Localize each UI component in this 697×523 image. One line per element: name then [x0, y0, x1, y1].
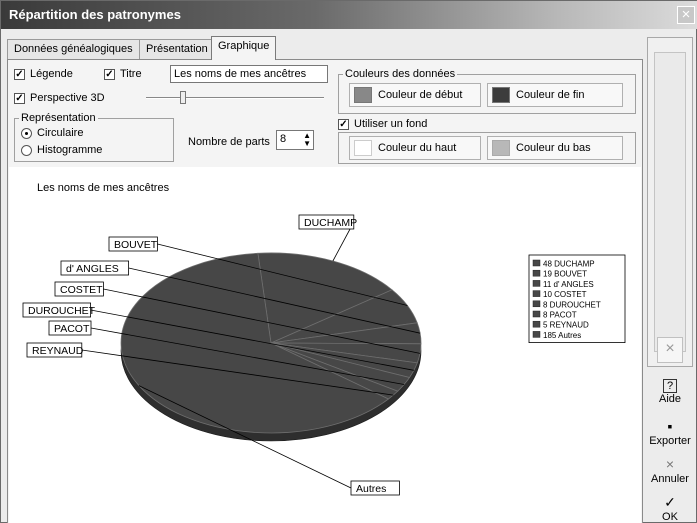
- couleurs-group: Couleurs des données Couleur de début Co…: [338, 68, 636, 114]
- legend-entry: 48 DUCHAMP: [543, 260, 595, 269]
- checkbox-check-icon: ✓: [14, 92, 25, 104]
- couleurs-label: Couleurs des données: [343, 68, 458, 80]
- chart-title: Les noms de mes ancêtres: [37, 182, 170, 194]
- pie-chart: Les noms de mes ancêtres DUCHAMP BOUVET d'…: [22, 182, 626, 496]
- slice-label: Autres: [356, 483, 386, 495]
- couleur-bas-label: Couleur du bas: [516, 142, 591, 154]
- slice-label: REYNAUD: [32, 345, 84, 357]
- legende-checkbox[interactable]: ✓ Légende: [14, 68, 73, 80]
- utiliser-fond-checkbox[interactable]: ✓ Utiliser un fond: [338, 118, 427, 130]
- graphique-panel: ✓ Légende ✓ Titre Les noms de mes ancêtr…: [7, 59, 643, 523]
- sidebar-scroll-track[interactable]: [654, 52, 686, 352]
- couleur-debut-button[interactable]: Couleur de début: [349, 83, 481, 107]
- tab-donnees[interactable]: Données généalogiques: [7, 39, 140, 59]
- annuler-button[interactable]: × Annuler: [647, 455, 693, 485]
- radio-empty-icon: [21, 144, 32, 156]
- perspective-slider-track[interactable]: [146, 97, 324, 99]
- slice-label: DUCHAMP: [304, 217, 357, 229]
- dialog-window: Répartition des patronymes × Données gén…: [0, 0, 697, 523]
- couleur-fin-label: Couleur de fin: [516, 89, 585, 101]
- legend-entry: 10 COSTET: [543, 290, 587, 299]
- legend-entry: 19 BOUVET: [543, 270, 587, 279]
- title-input[interactable]: Les noms de mes ancêtres: [170, 65, 328, 83]
- legend-swatch: [532, 331, 541, 338]
- couleur-bas-swatch: [492, 140, 510, 156]
- circulaire-label: Circulaire: [37, 127, 84, 139]
- legend-swatch: [532, 290, 541, 297]
- sidebar-scroll-panel[interactable]: [647, 37, 693, 367]
- perspective-checkbox[interactable]: ✓ Perspective 3D: [14, 92, 105, 104]
- perspective-slider-thumb[interactable]: [180, 91, 186, 104]
- aide-button[interactable]: ? Aide: [647, 377, 693, 405]
- representation-group: Représentation Circulaire Histogramme: [14, 112, 174, 162]
- slice-label: DUROUCHET: [28, 305, 96, 317]
- couleur-debut-swatch: [354, 87, 372, 103]
- couleur-fin-swatch: [492, 87, 510, 103]
- couleur-bas-button[interactable]: Couleur du bas: [487, 136, 623, 160]
- checkbox-check-icon: ✓: [14, 68, 25, 80]
- legende-label: Légende: [30, 68, 73, 80]
- couleur-debut-label: Couleur de début: [378, 89, 463, 101]
- exporter-button[interactable]: ▪ Exporter: [647, 417, 693, 447]
- action-sidebar: × ? Aide ▪ Exporter × Annuler ✓ OK: [647, 37, 693, 523]
- fond-group: Couleur du haut Couleur du bas: [338, 132, 636, 164]
- legend-entry: 8 PACOT: [543, 311, 577, 320]
- legend-swatch: [532, 310, 541, 318]
- checkbox-check-icon: ✓: [338, 118, 349, 130]
- disabled-close-icon: ×: [657, 337, 683, 363]
- annuler-label: Annuler: [651, 473, 689, 485]
- representation-label: Représentation: [19, 112, 98, 124]
- perspective-label: Perspective 3D: [30, 92, 105, 104]
- slice-label: BOUVET: [114, 239, 158, 251]
- save-icon: ▪: [667, 418, 673, 434]
- utiliser-fond-label: Utiliser un fond: [354, 118, 428, 130]
- legend-swatch: [532, 259, 541, 267]
- legend-swatch: [532, 269, 541, 277]
- legend-entry: 8 DUROUCHET: [543, 300, 601, 309]
- radio-selected-icon: [21, 127, 32, 139]
- legend-entry: 5 REYNAUD: [543, 321, 589, 330]
- couleur-haut-swatch: [354, 140, 372, 156]
- nombre-parts-label: Nombre de parts: [188, 136, 270, 148]
- cancel-icon: ×: [665, 456, 675, 472]
- couleur-fin-button[interactable]: Couleur de fin: [487, 83, 623, 107]
- close-icon[interactable]: ×: [677, 6, 695, 24]
- exporter-label: Exporter: [649, 435, 691, 447]
- legend-entry: 185 Autres: [543, 331, 581, 340]
- help-icon: ?: [663, 379, 677, 393]
- histogramme-radio[interactable]: Histogramme: [21, 144, 102, 156]
- couleur-haut-button[interactable]: Couleur du haut: [349, 136, 481, 160]
- tab-graphique[interactable]: Graphique: [211, 36, 277, 60]
- slice-label: d' ANGLES: [66, 263, 119, 275]
- couleur-haut-label: Couleur du haut: [378, 142, 457, 154]
- ok-label: OK: [662, 511, 678, 523]
- titre-checkbox[interactable]: ✓ Titre: [104, 68, 142, 80]
- legend-entry: 11 d' ANGLES: [543, 280, 594, 289]
- aide-label: Aide: [658, 393, 682, 405]
- legend-swatch: [532, 300, 541, 308]
- circulaire-radio[interactable]: Circulaire: [21, 127, 83, 139]
- check-icon: ✓: [664, 494, 676, 510]
- slice-label: COSTET: [60, 284, 103, 296]
- slice-label: PACOT: [54, 323, 90, 335]
- legend-swatch: [532, 320, 541, 328]
- legend-swatch: [532, 280, 541, 287]
- spinner-arrows-icon[interactable]: ▲ ▼: [303, 132, 311, 148]
- window-title: Répartition des patronymes: [9, 7, 181, 22]
- histogramme-label: Histogramme: [37, 144, 103, 156]
- nombre-parts-spinner[interactable]: 8 ▲ ▼: [276, 130, 314, 150]
- title-bar[interactable]: Répartition des patronymes ×: [1, 1, 697, 29]
- nombre-parts-value: 8: [280, 133, 287, 145]
- chart-area: Les noms de mes ancêtres DUCHAMP BOUVET d'…: [9, 167, 641, 523]
- tab-presentation[interactable]: Présentation: [139, 39, 215, 59]
- ok-button[interactable]: ✓ OK: [647, 493, 693, 523]
- titre-label: Titre: [120, 68, 142, 80]
- checkbox-check-icon: ✓: [104, 68, 115, 80]
